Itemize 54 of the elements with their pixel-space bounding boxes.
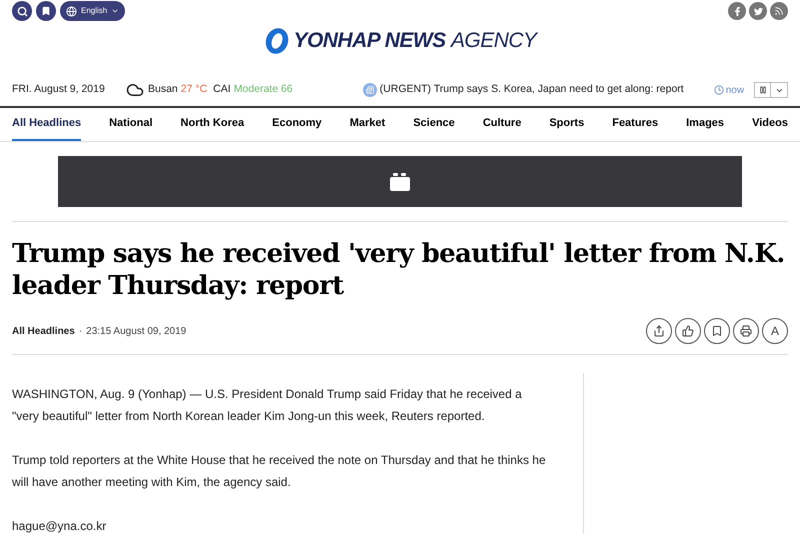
article-paragraph: Trump told reporters at the White House that he received the note on Thursday and that he thinks he will have another meeting with Kim, the agency said.	[12, 452, 547, 491]
separator-dot: ·	[78, 324, 82, 338]
twitter-button[interactable]	[749, 2, 767, 20]
bookmark-icon	[41, 6, 51, 16]
thumbs-up-icon	[682, 325, 694, 337]
nav-tab[interactable]: Market	[350, 108, 386, 141]
nav-tab[interactable]: North Korea	[180, 108, 244, 141]
nav-tab[interactable]: All Headlines	[12, 108, 82, 141]
newspaper-icon	[366, 86, 374, 94]
article-headline: Trump says he received 'very beautiful' letter from N.K. leader Thursday: report	[12, 238, 786, 302]
weather-city: Busan	[148, 82, 178, 98]
bookmark-icon	[711, 325, 723, 337]
cai-value: Moderate 66	[234, 82, 293, 98]
article-paragraph: WASHINGTON, Aug. 9 (Yonhap) — U.S. President Donald Trump said Friday that he received a "very beautiful" letter from North Korean leader Kim Jong-un this week, Reuters reported.	[12, 386, 523, 425]
nav-tab[interactable]: Sports	[549, 108, 584, 141]
share-button[interactable]	[646, 318, 672, 344]
timestamp: 23:15 August 09, 2019	[86, 324, 186, 338]
nav-tab[interactable]: Features	[612, 108, 658, 141]
language-dropdown[interactable]: English	[60, 1, 126, 21]
logo-icon	[264, 26, 290, 56]
caret-icon	[111, 7, 120, 15]
search-button[interactable]	[12, 1, 32, 21]
nav-tab[interactable]: Images	[686, 108, 724, 141]
nav-tab[interactable]: Science	[413, 108, 455, 141]
cai-label: CAI	[213, 82, 231, 98]
temperature-text: 27 °C	[180, 82, 208, 98]
rss-button[interactable]	[770, 2, 788, 20]
section-label[interactable]: All Headlines	[12, 324, 75, 338]
clock-icon	[714, 85, 724, 95]
nav-tab[interactable]: Economy	[272, 108, 322, 141]
search-icon	[16, 6, 28, 16]
bird-icon	[754, 6, 762, 16]
share-icon	[653, 325, 665, 337]
article-paragraph: hague@yna.co.kr	[12, 518, 108, 534]
rss-icon	[774, 6, 784, 16]
date-text: FRI. August 9, 2019	[12, 82, 106, 98]
facebook-button[interactable]	[728, 2, 746, 20]
cloud-icon	[126, 81, 144, 99]
logo-text[interactable]: YONHAP NEWS AGENCY	[294, 25, 536, 57]
globe-icon	[66, 6, 77, 16]
bookmark-button[interactable]	[36, 1, 56, 21]
ticker-link[interactable]: (URGENT) Trump says S. Korea, Japan need to get along: report	[380, 82, 684, 98]
nav-tab[interactable]: National	[109, 108, 153, 141]
facebook-icon	[732, 6, 742, 16]
print-button[interactable]	[733, 318, 759, 344]
pause-icon	[758, 86, 766, 94]
printer-icon	[740, 325, 752, 337]
bookmark-button[interactable]	[704, 318, 730, 344]
placeholder-icon	[390, 172, 410, 190]
font-size-button[interactable]: A	[762, 318, 788, 344]
like-button[interactable]	[675, 318, 701, 344]
nav-tab[interactable]: Videos	[752, 108, 788, 141]
ticker-time: now	[726, 84, 744, 98]
nav-tab[interactable]: Culture	[482, 108, 522, 141]
